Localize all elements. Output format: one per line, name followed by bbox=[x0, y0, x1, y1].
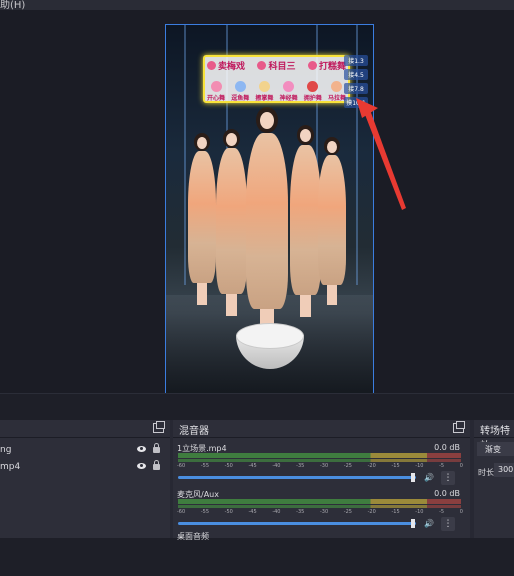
audio-track: 桌面音频 bbox=[177, 532, 209, 541]
volume-meter bbox=[178, 453, 461, 458]
fader-knob[interactable] bbox=[411, 519, 415, 528]
duration-label: 时长 bbox=[478, 468, 494, 477]
banner-subitem: 擦掌舞 bbox=[255, 81, 273, 102]
dance-menu-banner: 卖梅戏 科目三 打糕舞 开心舞 逗鱼舞 擦掌舞 神经舞 拥护舞 马拉舞 bbox=[203, 55, 350, 103]
meter-ticks: -60 -55 -50 -45 -40 -35 -30 -25 -20 -15 -10 -5 0 bbox=[177, 463, 463, 469]
more-options-button[interactable]: ⋮ bbox=[441, 471, 455, 485]
transitions-dock: 转场特效 渐变 时长 300 bbox=[474, 420, 514, 538]
banner-subitem: 开心舞 bbox=[207, 81, 225, 102]
undock-icon[interactable] bbox=[153, 421, 165, 433]
banner-item: 打糕舞 bbox=[307, 59, 346, 72]
mixer-title: 混音器 bbox=[179, 426, 209, 437]
volume-fader[interactable] bbox=[178, 476, 416, 479]
sources-header bbox=[0, 420, 170, 438]
side-tag: 接1.3 bbox=[344, 55, 368, 66]
source-item[interactable]: ng bbox=[0, 442, 170, 459]
transition-select[interactable]: 渐变 bbox=[477, 442, 514, 456]
stage-light bbox=[184, 25, 186, 285]
audio-track: 麦克风/Aux 0.0 dB -60 -55 -50 -45 -40 -35 -30 -25-… bbox=[177, 489, 463, 531]
undock-icon[interactable] bbox=[453, 421, 465, 433]
preview-canvas[interactable]: 卖梅戏 科目三 打糕舞 开心舞 逗鱼舞 擦掌舞 神经舞 拥护舞 马拉舞 接1.3… bbox=[165, 24, 374, 396]
volume-fader[interactable] bbox=[178, 522, 416, 525]
banner-subitem: 拥护舞 bbox=[304, 81, 322, 102]
speaker-icon[interactable]: 🔊 bbox=[424, 519, 434, 528]
mixer-header: 混音器 bbox=[173, 420, 470, 438]
visibility-eye-icon[interactable] bbox=[137, 463, 146, 469]
banner-item: 科目三 bbox=[257, 59, 296, 72]
speaker-icon[interactable]: 🔊 bbox=[424, 473, 434, 482]
volume-meter bbox=[178, 505, 461, 508]
preview-area[interactable]: 卖梅戏 科目三 打糕舞 开心舞 逗鱼舞 擦掌舞 神经舞 拥护舞 马拉舞 接1.3… bbox=[0, 10, 514, 396]
pedestal bbox=[236, 323, 304, 373]
volume-meter bbox=[178, 459, 461, 462]
sources-dock: ng mp4 bbox=[0, 420, 170, 538]
annotation-arrow bbox=[356, 98, 406, 210]
audio-track: 1立场景.mp4 0.0 dB -60 -55 -50 -45 -40 -35 -30 -25… bbox=[177, 443, 463, 485]
side-tag: 接4.5 bbox=[344, 69, 368, 80]
bottom-docks: ng mp4 混音器 1立场景.mp4 0.0 dB -60 -55 -50 -45-… bbox=[0, 420, 514, 541]
lock-icon[interactable] bbox=[153, 460, 160, 470]
volume-meter bbox=[178, 499, 461, 504]
banner-subitem: 逗鱼舞 bbox=[231, 81, 249, 102]
menu-bar: 助(H) bbox=[0, 0, 514, 11]
source-item[interactable]: mp4 bbox=[0, 459, 170, 476]
lock-icon[interactable] bbox=[153, 443, 160, 453]
visibility-eye-icon[interactable] bbox=[137, 446, 146, 452]
toolbar-strip bbox=[0, 393, 514, 421]
mixer-dock: 混音器 1立场景.mp4 0.0 dB -60 -55 -50 -45 -40 -35 -3… bbox=[173, 420, 470, 541]
fader-knob[interactable] bbox=[411, 473, 415, 482]
banner-item: 卖梅戏 bbox=[207, 59, 245, 72]
meter-ticks: -60 -55 -50 -45 -40 -35 -30 -25 -20 -15 -10 -5 0 bbox=[177, 509, 463, 515]
banner-subitem: 神经舞 bbox=[280, 81, 298, 102]
transitions-header: 转场特效 bbox=[474, 420, 514, 452]
duration-input[interactable]: 300 bbox=[494, 463, 514, 477]
